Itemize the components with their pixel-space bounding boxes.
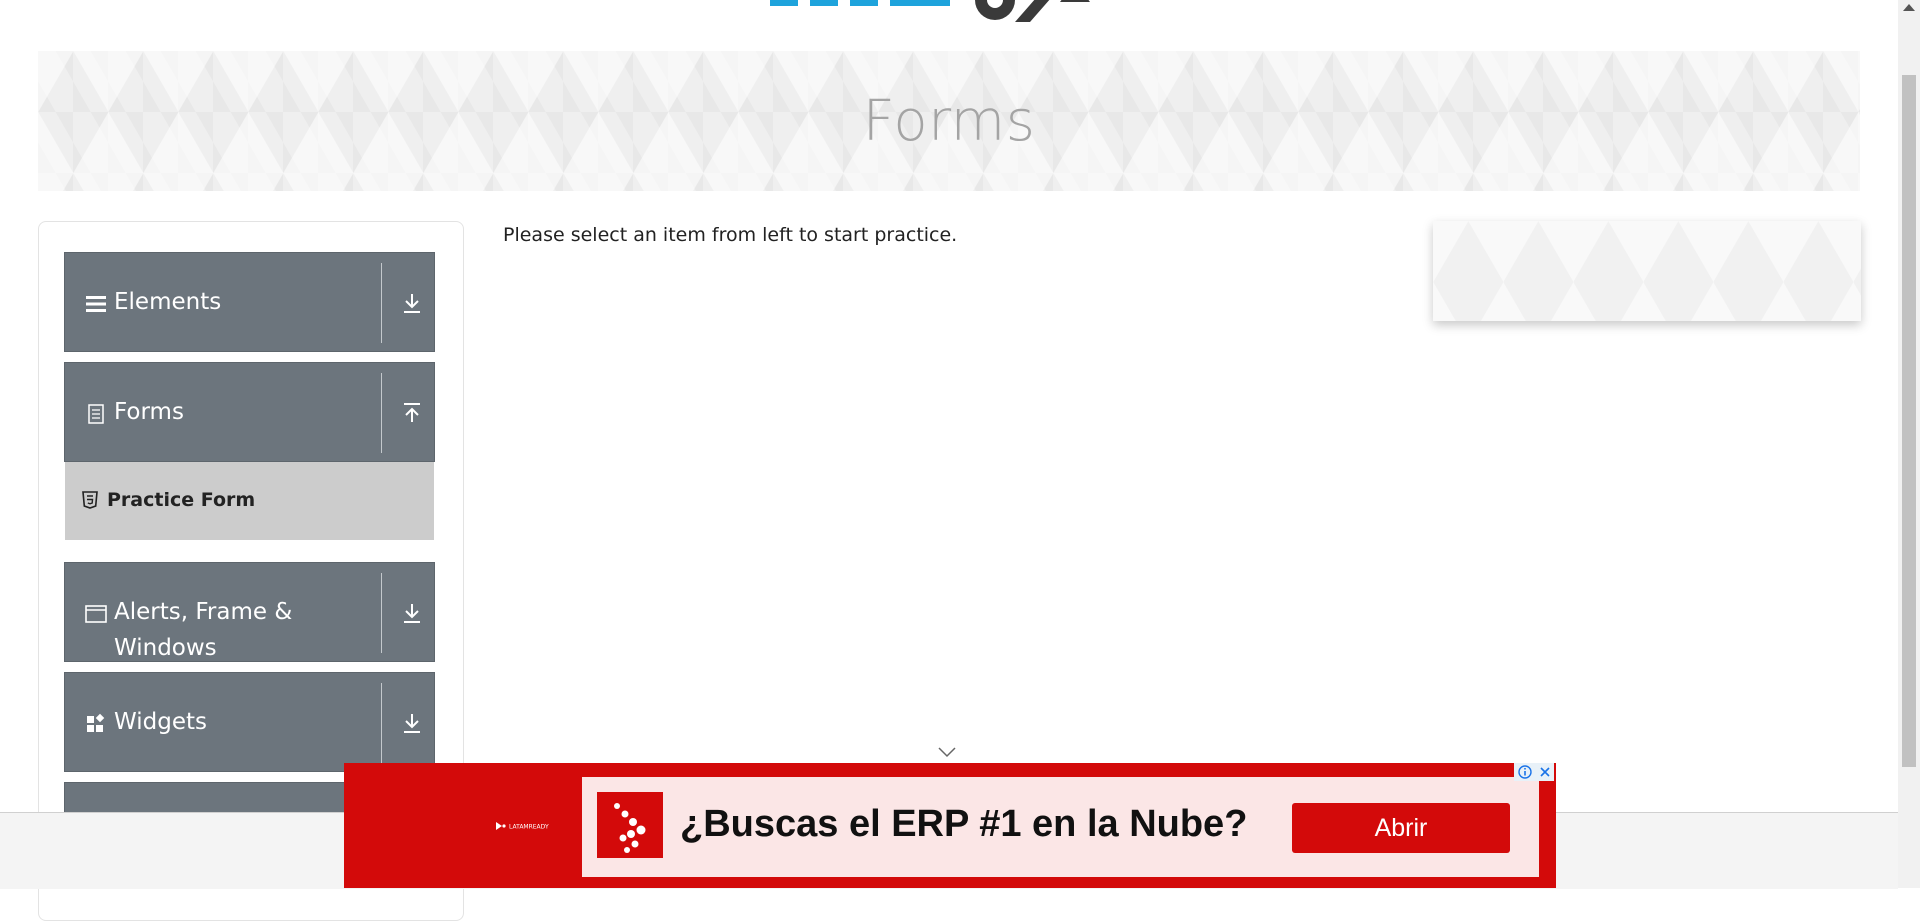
scroll-up-arrow-icon[interactable] bbox=[1903, 4, 1915, 11]
expand-arrow-icon[interactable] bbox=[400, 291, 424, 315]
ad-open-button[interactable]: Abrir bbox=[1292, 803, 1510, 853]
document-icon bbox=[88, 404, 104, 424]
widgets-icon bbox=[87, 713, 105, 732]
sidebar-item-practice-form[interactable]: Practice Form bbox=[65, 462, 434, 540]
sidebar-group-label: Widgets bbox=[114, 709, 207, 735]
chevron-down-icon[interactable] bbox=[937, 746, 957, 758]
page-header-banner: Forms bbox=[38, 51, 1860, 191]
latamready-logo: LATAMREADY bbox=[496, 822, 549, 831]
ad-content[interactable]: ¿Buscas el ERP #1 en la Nube? Abrir bbox=[582, 777, 1539, 877]
instruction-text: Please select an item from left to start… bbox=[503, 224, 958, 246]
scrollbar-thumb[interactable] bbox=[1902, 75, 1916, 767]
svg-text:LATAMREADY: LATAMREADY bbox=[509, 824, 549, 831]
info-icon[interactable] bbox=[1517, 765, 1532, 779]
collapse-arrow-icon[interactable] bbox=[400, 401, 424, 425]
right-ad-placeholder bbox=[1433, 221, 1861, 321]
ad-brand-icon bbox=[597, 792, 663, 858]
sidebar-group-label: Alerts, Frame & Windows bbox=[114, 599, 293, 661]
sidebar-group-alerts-frame-windows[interactable]: Alerts, Frame & Windows bbox=[64, 562, 435, 662]
group-divider bbox=[381, 573, 382, 653]
close-icon[interactable] bbox=[1539, 766, 1551, 778]
bottom-ad-banner[interactable]: LATAMREADY ¿Buscas el ERP #1 en la Nube?… bbox=[344, 763, 1556, 888]
group-divider bbox=[381, 683, 382, 763]
page-title: Forms bbox=[862, 88, 1036, 154]
sidebar-item-label: Practice Form bbox=[107, 489, 256, 511]
sidebar-group-label: Elements bbox=[114, 289, 222, 315]
html5-icon bbox=[82, 491, 98, 509]
group-divider bbox=[381, 373, 382, 453]
sidebar-group-widgets[interactable]: Widgets bbox=[64, 672, 435, 772]
sidebar-group-label: Forms bbox=[114, 399, 184, 425]
vertical-scrollbar[interactable] bbox=[1898, 0, 1920, 888]
group-divider bbox=[381, 263, 382, 343]
sidebar-group-elements[interactable]: Elements bbox=[64, 252, 435, 352]
ad-choices[interactable] bbox=[1514, 763, 1554, 781]
ad-headline: ¿Buscas el ERP #1 en la Nube? bbox=[680, 803, 1248, 845]
sidebar-group-forms[interactable]: Forms bbox=[64, 362, 435, 462]
expand-arrow-icon[interactable] bbox=[400, 601, 424, 625]
site-logo[interactable] bbox=[760, 0, 1160, 42]
window-icon bbox=[85, 605, 107, 623]
hamburger-icon bbox=[86, 296, 106, 312]
expand-arrow-icon[interactable] bbox=[400, 711, 424, 735]
